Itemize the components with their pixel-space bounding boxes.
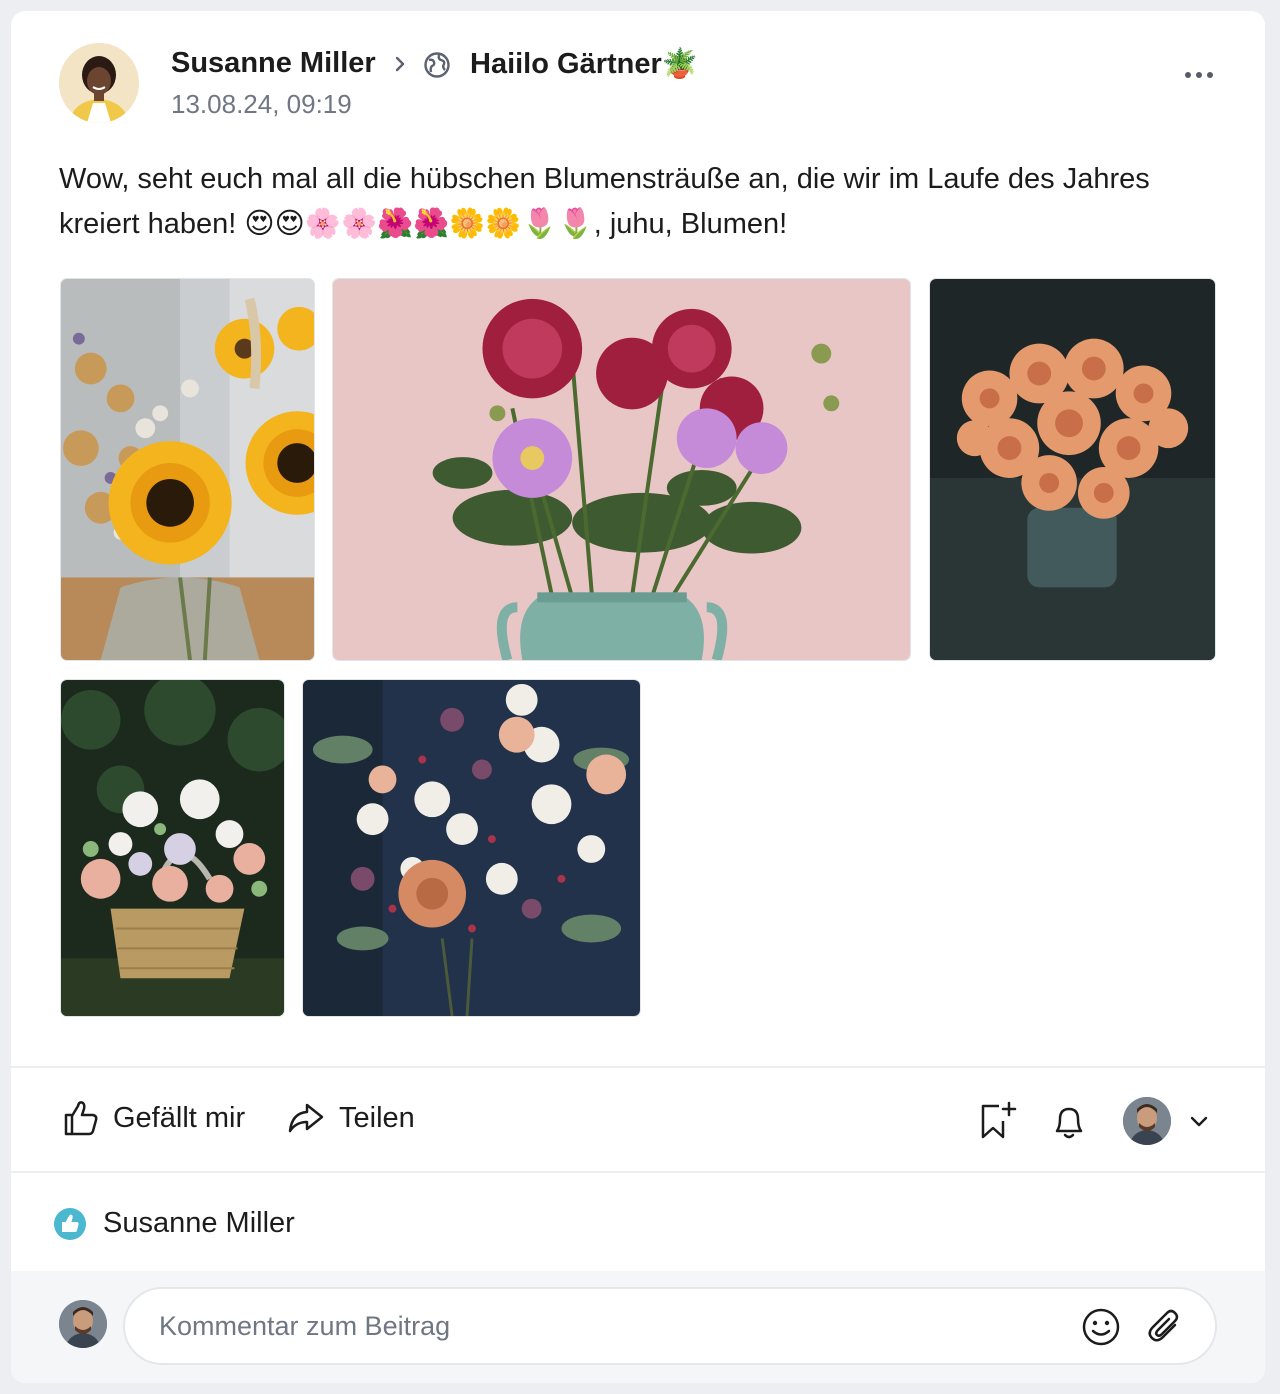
author-name[interactable]: Susanne Miller (171, 47, 376, 80)
thumbs-up-icon (64, 1101, 98, 1136)
like-button[interactable]: Gefällt mir (59, 1097, 245, 1139)
community-name: Haiilo Gärtner (470, 48, 662, 80)
current-user-avatar (1123, 1097, 1171, 1145)
chevron-right-icon (395, 56, 405, 72)
share-button[interactable]: Teilen (285, 1097, 415, 1139)
post-emojis: 😍😍🌸🌸🌺🌺🌼🌼🌷🌷 (244, 208, 594, 240)
author-avatar[interactable] (59, 43, 139, 123)
like-label: Gefällt mir (113, 1101, 246, 1134)
like-badge-icon (54, 1208, 86, 1240)
post-text-line1: Wow, seht euch mal all die hübschen Blum… (59, 163, 1150, 195)
post-text-line2-start: kreiert haben! (59, 208, 245, 240)
post-as-selector[interactable] (1123, 1095, 1223, 1147)
post-card: Susanne Miller Haiilo Gärtner🪴 13.08.24,… (11, 11, 1265, 1383)
liker-name[interactable]: Susanne Miller (103, 1207, 295, 1240)
potted-plant-emoji: 🪴 (661, 48, 698, 80)
post-timestamp: 13.08.24, 09:19 (171, 89, 352, 119)
chevron-down-icon (1190, 1116, 1208, 1127)
mixed-bouquet-photo[interactable] (302, 679, 641, 1017)
bell-icon[interactable] (1047, 1099, 1091, 1143)
commenter-avatar (59, 1300, 107, 1348)
post-divider-top (11, 1066, 1265, 1068)
post-divider-middle (11, 1171, 1265, 1173)
more-options-button[interactable] (1177, 61, 1221, 89)
flower-basket-photo[interactable] (60, 679, 285, 1017)
community-link[interactable]: Haiilo Gärtner🪴 (470, 47, 698, 81)
post-text-line2-end: , juhu, Blumen! (593, 208, 788, 240)
globe-icon (424, 52, 450, 78)
comment-input[interactable] (123, 1287, 1217, 1365)
smiley-icon[interactable] (1081, 1307, 1121, 1347)
bookmark-add-icon[interactable] (975, 1099, 1019, 1143)
post-text: Wow, seht euch mal all die hübschen Blum… (59, 157, 1209, 247)
sunflower-bouquet-photo[interactable] (60, 278, 315, 661)
share-label: Teilen (339, 1101, 415, 1134)
paperclip-icon[interactable] (1145, 1307, 1185, 1347)
ranunculus-bouquet-photo[interactable] (929, 278, 1216, 661)
more-icon (1185, 72, 1191, 78)
dahlia-vase-photo[interactable] (332, 278, 911, 661)
share-icon (288, 1103, 324, 1133)
